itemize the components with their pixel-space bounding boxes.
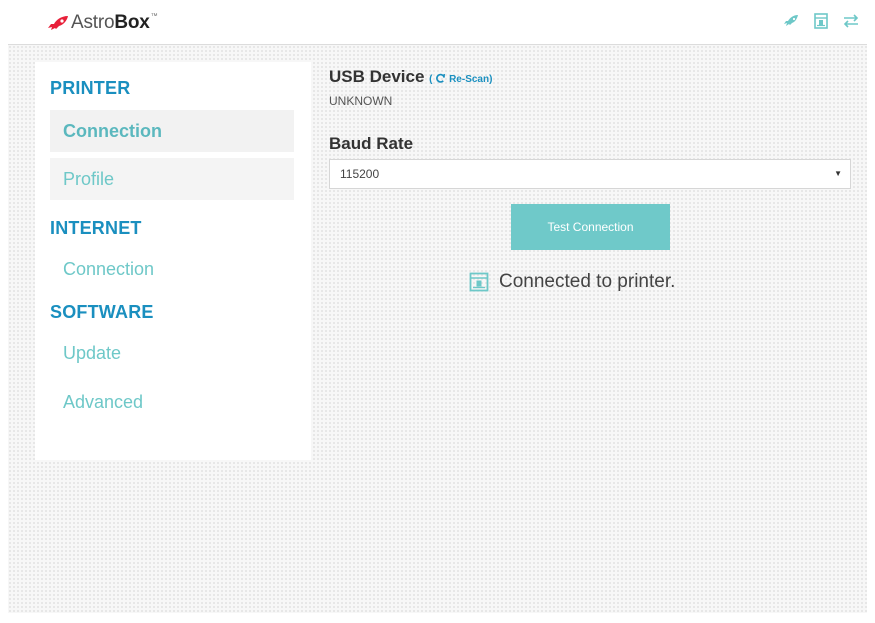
sidebar-item-label: Connection	[63, 258, 155, 279]
logo-text-box: Box	[114, 12, 150, 33]
sidebar-heading-software: SOFTWARE	[50, 302, 154, 322]
astrobox-logo[interactable]: Astro Box ™	[47, 12, 158, 34]
usb-device-title: USB Device	[329, 67, 425, 86]
rescan-link[interactable]: ( Re-Scan)	[429, 73, 493, 85]
usb-device-value: UNKNOWN	[329, 94, 393, 108]
sidebar-heading-printer: PRINTER	[50, 78, 131, 98]
sidebar-item-label: Advanced	[63, 391, 144, 412]
trademark-mark: ™	[150, 12, 158, 20]
sidebar-item-internet-connection[interactable]: Connection	[50, 248, 294, 290]
header-icons	[782, 12, 860, 30]
sidebar-item-label: Update	[63, 342, 122, 363]
printer-status-icon	[469, 272, 489, 292]
logo-text-astro: Astro	[71, 12, 115, 33]
settings-sidebar: PRINTER Connection Profile INTERNET Conn…	[35, 62, 311, 460]
rescan-paren: (	[429, 74, 433, 85]
baud-rate-label: Baud Rate	[329, 134, 414, 153]
test-connection-button[interactable]: Test Connection	[511, 204, 670, 250]
printer-icon[interactable]	[812, 12, 830, 30]
sidebar-item-printer-connection[interactable]: Connection	[50, 110, 294, 152]
sidebar-item-label: Connection	[63, 120, 162, 141]
sidebar-heading-internet: INTERNET	[50, 218, 142, 238]
rocket-icon[interactable]	[782, 12, 800, 30]
sidebar-item-software-advanced[interactable]: Advanced	[50, 381, 294, 423]
baud-rate-select[interactable]: 115200 ▼	[329, 159, 851, 189]
caret-down-icon: ▼	[834, 169, 842, 178]
sidebar-item-printer-profile[interactable]: Profile	[50, 158, 294, 200]
rescan-label: Re-Scan)	[449, 74, 493, 85]
connection-status: Connected to printer.	[469, 271, 675, 293]
top-bar: Astro Box ™	[0, 0, 875, 44]
usb-device-label: USB Device ( Re-Scan)	[329, 67, 492, 87]
rocket-logo-icon	[48, 16, 68, 30]
baud-rate-value: 115200	[340, 167, 380, 181]
sidebar-item-label: Profile	[63, 168, 115, 189]
refresh-icon	[436, 73, 446, 83]
sidebar-item-software-update[interactable]: Update	[50, 332, 294, 374]
connection-status-text: Connected to printer.	[499, 271, 676, 292]
transfer-icon[interactable]	[842, 12, 860, 30]
